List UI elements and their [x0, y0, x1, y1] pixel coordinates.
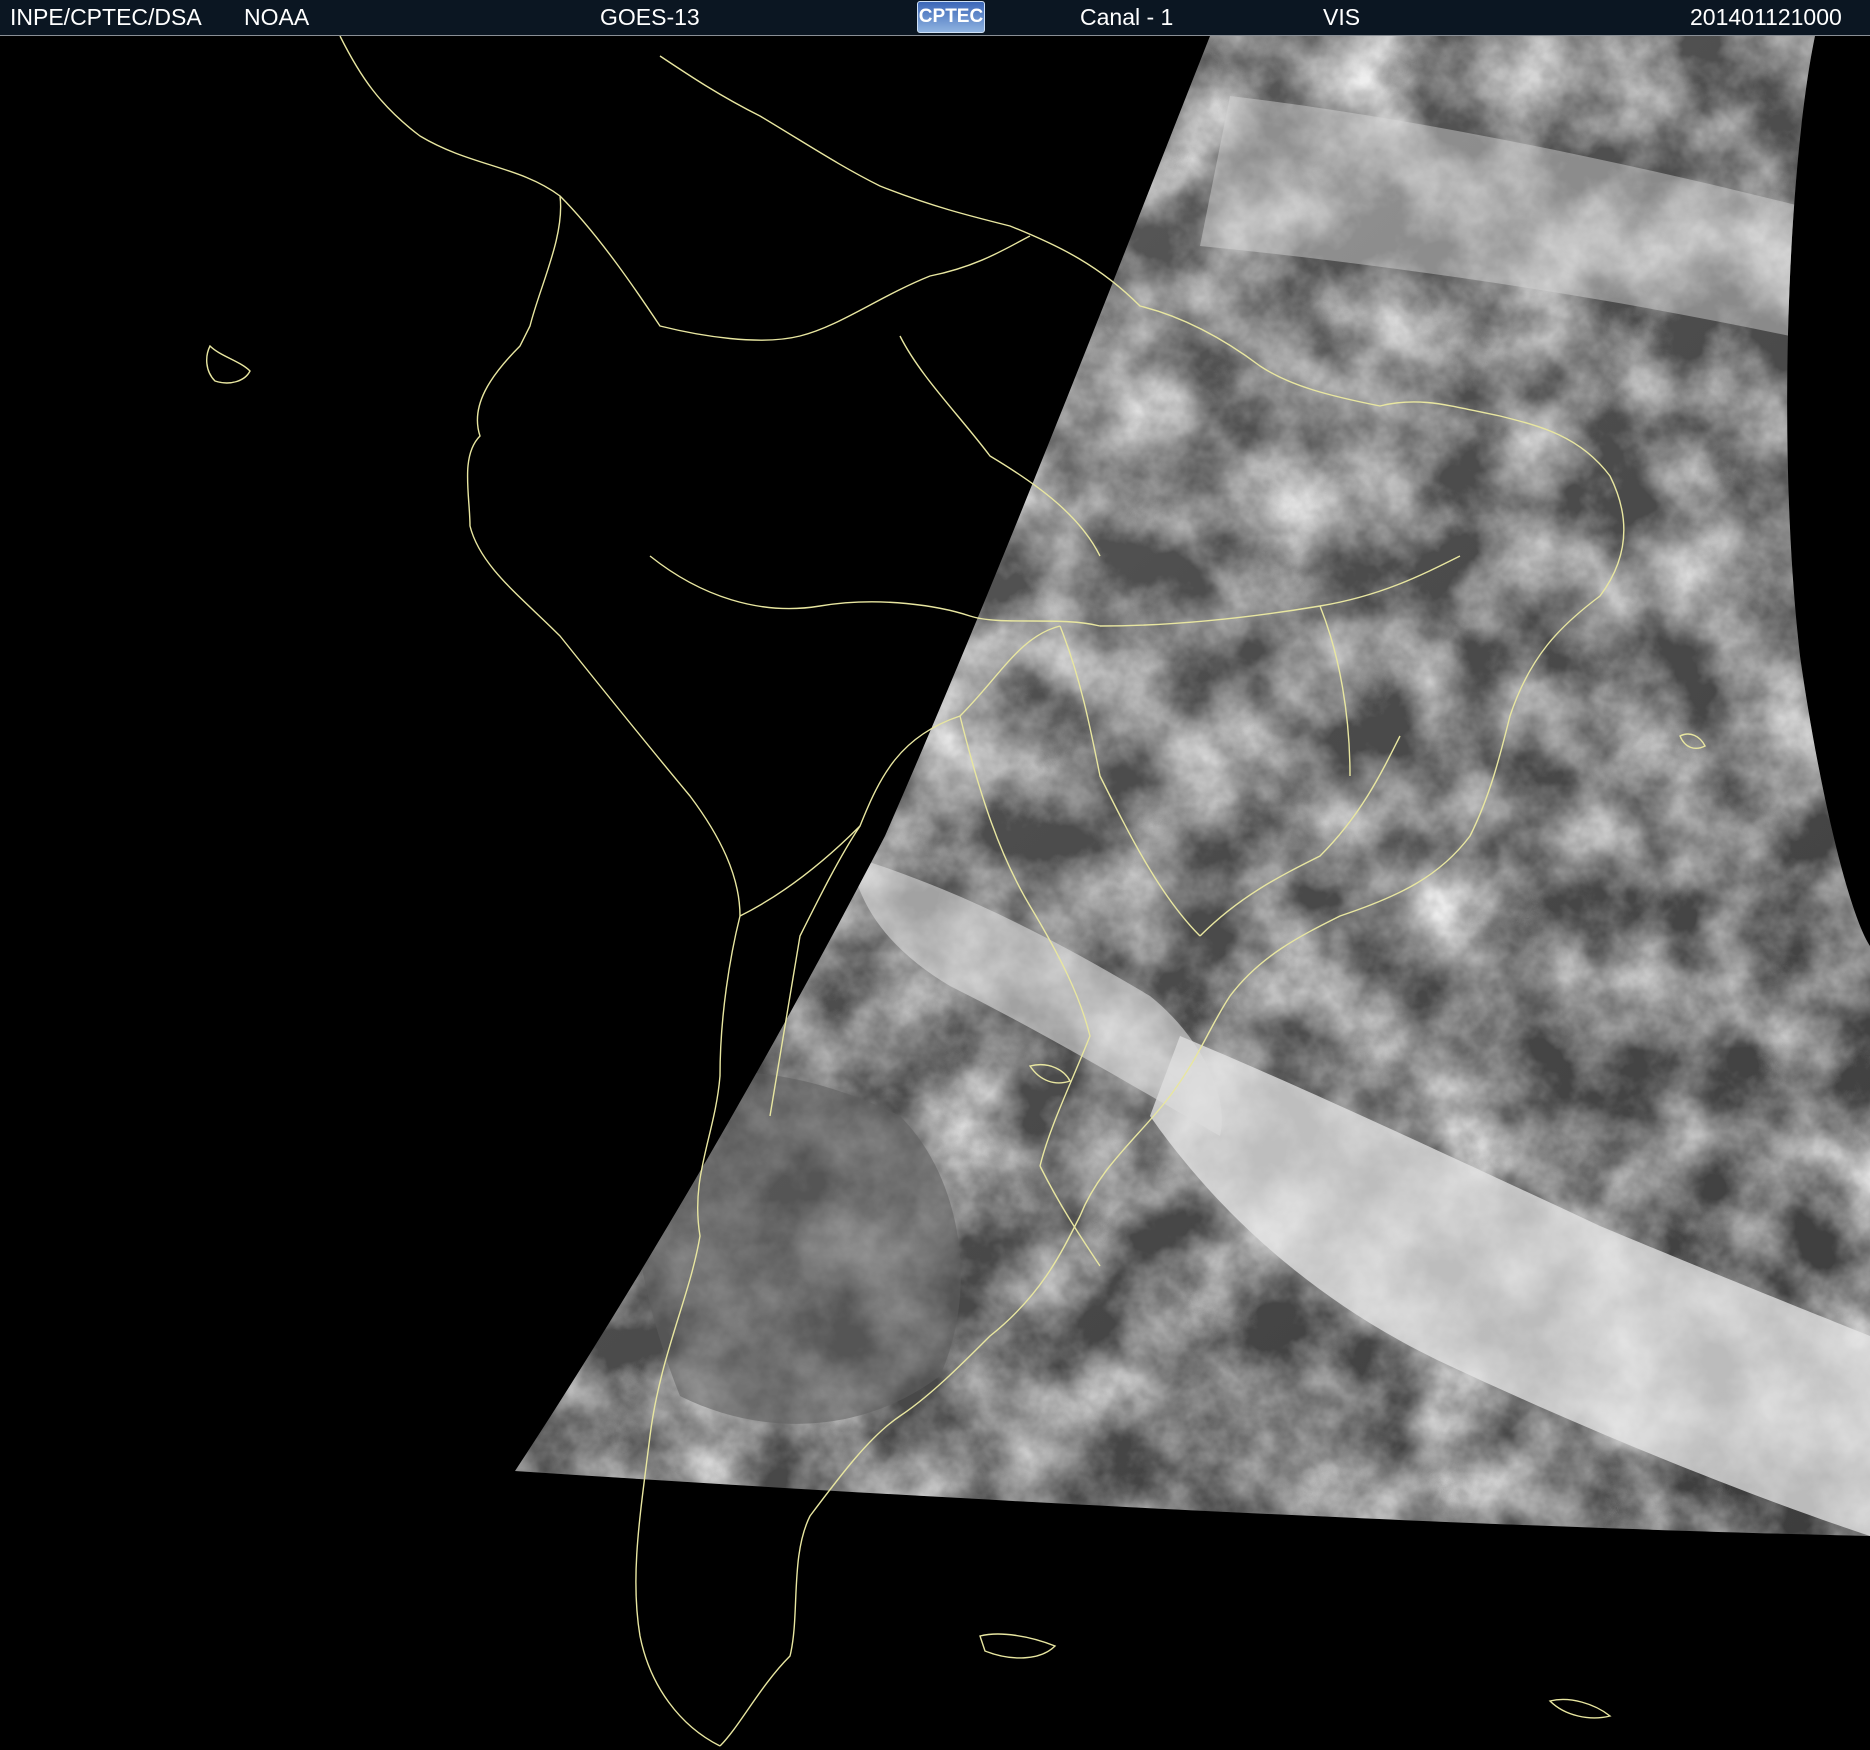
satellite-map	[206, 36, 1870, 1747]
source-label: INPE/CPTEC/DSA	[10, 4, 202, 30]
cptec-logo: CPTEC	[917, 1, 985, 33]
timestamp-label: 201401121000	[1690, 4, 1842, 30]
imagery-swath	[515, 36, 1870, 1536]
satellite-image	[0, 36, 1870, 1750]
agency-label: NOAA	[244, 4, 310, 30]
band-label: VIS	[1323, 4, 1361, 30]
header-bar: INPE/CPTEC/DSA NOAA GOES-13 CPTEC Canal …	[0, 0, 1870, 36]
satellite-label: GOES-13	[600, 4, 700, 30]
channel-label: Canal - 1	[1080, 4, 1174, 30]
